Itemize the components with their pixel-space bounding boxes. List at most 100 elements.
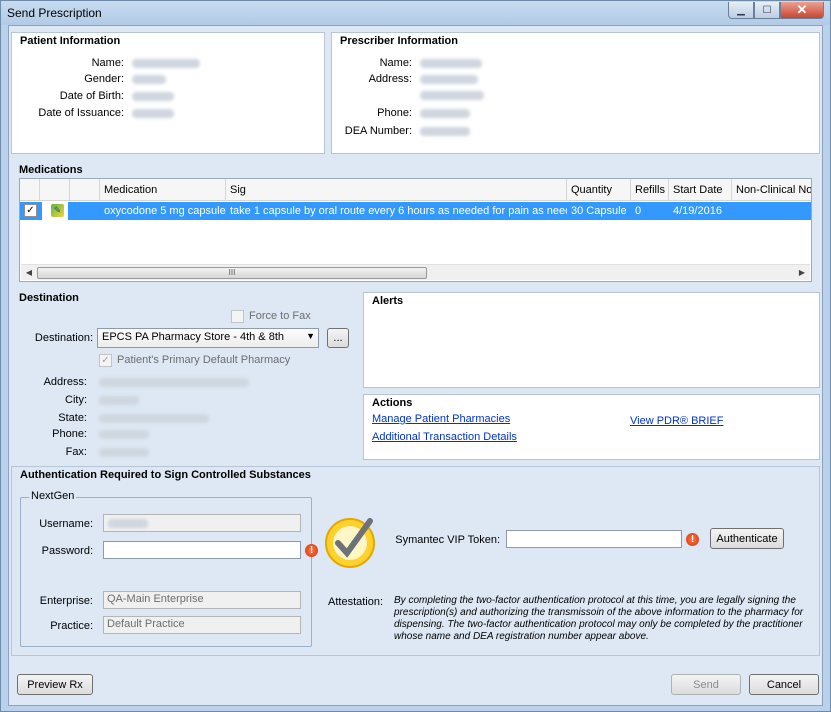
- prescriber-phone-label: Phone:: [377, 107, 412, 119]
- maximize-button[interactable]: ☐: [754, 2, 780, 19]
- cancel-button[interactable]: Cancel: [749, 674, 819, 695]
- col-blank: [70, 179, 100, 201]
- prescriber-info-title: Prescriber Information: [340, 35, 458, 47]
- attestation-text: By completing the two-factor authenticat…: [394, 595, 804, 642]
- patient-name-value: [132, 59, 200, 68]
- row-checkbox[interactable]: ✓: [24, 204, 37, 217]
- row-note: [732, 202, 811, 220]
- col-select: [20, 179, 40, 201]
- prescriber-phone-value: [420, 109, 470, 118]
- destination-value: EPCS PA Pharmacy Store - 4th & 8th: [102, 331, 284, 343]
- minimize-button[interactable]: ▁: [728, 2, 754, 19]
- prescriber-dea-label: DEA Number:: [344, 125, 412, 137]
- actions-panel: Actions Manage Patient Pharmacies Additi…: [363, 394, 820, 460]
- title-bar[interactable]: Send Prescription ▁ ☐ ✕: [1, 1, 830, 25]
- username-field[interactable]: [103, 514, 301, 532]
- close-icon: ✕: [796, 2, 808, 17]
- prescriber-address-label: Address:: [368, 73, 412, 85]
- nextgen-legend: NextGen: [29, 490, 77, 502]
- patient-issuance-value: [132, 109, 174, 118]
- patient-info-title: Patient Information: [20, 35, 121, 47]
- authentication-title: Authentication Required to Sign Controll…: [20, 469, 311, 481]
- password-error-icon: !: [305, 544, 318, 557]
- table-row[interactable]: ✓ ✎ oxycodone 5 mg capsule take 1 capsul…: [20, 202, 811, 220]
- row-medication: oxycodone 5 mg capsule: [104, 205, 226, 217]
- prescriber-address-line2: [420, 91, 484, 100]
- patient-gender-label: Gender:: [84, 73, 124, 85]
- controlled-substance-icon: ✎: [51, 204, 64, 217]
- symantec-check-icon: [325, 518, 375, 568]
- dest-phone-value: [99, 430, 149, 439]
- practice-field[interactable]: Default Practice: [103, 616, 301, 634]
- enterprise-label: Enterprise:: [39, 595, 93, 607]
- dest-phone-label: Phone:: [52, 428, 87, 440]
- dest-state-value: [99, 414, 209, 423]
- force-fax-label: Force to Fax: [249, 310, 311, 322]
- alerts-title: Alerts: [372, 295, 404, 307]
- scroll-thumb[interactable]: III: [37, 267, 427, 279]
- enterprise-field[interactable]: QA-Main Enterprise: [103, 591, 301, 609]
- pdr-brief-link[interactable]: View PDR® BRIEF: [630, 415, 723, 427]
- col-medication[interactable]: Medication: [100, 179, 226, 201]
- patient-issuance-label: Date of Issuance:: [38, 107, 124, 119]
- row-quantity: 30 Capsule: [571, 205, 627, 217]
- chevron-down-icon: ▼: [306, 331, 315, 341]
- patient-info-panel: Patient Information Name: Gender: Date o…: [11, 32, 325, 154]
- dest-address-value: [99, 378, 249, 387]
- destination-panel: Destination Force to Fax Destination: EP…: [11, 290, 356, 460]
- nextgen-group: NextGen Username: Password: ! Enterprise…: [20, 490, 318, 647]
- browse-pharmacy-button[interactable]: ...: [327, 328, 349, 348]
- minimize-icon: ▁: [737, 4, 745, 16]
- prescriber-dea-value: [420, 127, 470, 136]
- token-label: Symantec VIP Token:: [395, 534, 500, 546]
- close-button[interactable]: ✕: [780, 2, 824, 19]
- scroll-right-icon[interactable]: ▶: [794, 265, 810, 281]
- authenticate-button[interactable]: Authenticate: [710, 528, 784, 549]
- destination-title: Destination: [19, 292, 79, 304]
- col-refills[interactable]: Refills: [631, 179, 669, 201]
- row-start-date: 4/19/2016: [673, 205, 722, 217]
- col-sig[interactable]: Sig: [226, 179, 567, 201]
- transaction-details-link[interactable]: Additional Transaction Details: [372, 431, 517, 443]
- patient-dob-label: Date of Birth:: [59, 90, 124, 102]
- manage-pharmacies-link[interactable]: Manage Patient Pharmacies: [372, 413, 510, 425]
- grid-header: Medication Sig Quantity Refills Start Da…: [20, 179, 811, 201]
- prescriber-info-panel: Prescriber Information Name: Address: Ph…: [331, 32, 820, 154]
- dest-city-label: City:: [65, 394, 87, 406]
- destination-select[interactable]: EPCS PA Pharmacy Store - 4th & 8th ▼: [97, 328, 319, 348]
- maximize-icon: ☐: [762, 4, 772, 16]
- medications-title: Medications: [19, 164, 83, 176]
- send-button[interactable]: Send: [671, 674, 741, 695]
- alerts-panel: Alerts: [363, 292, 820, 388]
- token-field[interactable]: [506, 530, 682, 548]
- medications-grid: Medication Sig Quantity Refills Start Da…: [19, 178, 812, 282]
- destination-label: Destination:: [34, 332, 93, 344]
- dest-fax-value: [99, 448, 149, 457]
- force-fax-checkbox[interactable]: [231, 310, 244, 323]
- prescriber-name-value: [420, 59, 482, 68]
- prescriber-address-line1: [420, 75, 478, 84]
- password-field[interactable]: [103, 541, 301, 559]
- window-title: Send Prescription: [7, 6, 102, 20]
- horizontal-scrollbar[interactable]: ◀ III ▶: [21, 264, 810, 280]
- password-label: Password:: [41, 545, 93, 557]
- authentication-panel: Authentication Required to Sign Controll…: [11, 466, 820, 656]
- col-start-date[interactable]: Start Date: [669, 179, 732, 201]
- col-quantity[interactable]: Quantity: [567, 179, 631, 201]
- dest-state-label: State:: [58, 412, 87, 424]
- dest-fax-label: Fax:: [65, 446, 87, 458]
- col-note[interactable]: Non-Clinical Note: [732, 179, 811, 201]
- prescriber-name-label: Name:: [379, 57, 412, 69]
- scroll-left-icon[interactable]: ◀: [21, 265, 37, 281]
- dest-city-value: [99, 396, 139, 405]
- row-refills: 0: [635, 205, 642, 217]
- primary-pharmacy-checkbox[interactable]: ✓: [99, 354, 112, 367]
- token-error-icon: !: [686, 533, 699, 546]
- attestation-label: Attestation:: [328, 596, 384, 608]
- dest-address-label: Address:: [43, 376, 87, 388]
- dialog-body: Patient Information Name: Gender: Date o…: [8, 25, 823, 706]
- practice-label: Practice:: [50, 620, 93, 632]
- preview-rx-button[interactable]: Preview Rx: [17, 674, 93, 695]
- primary-pharmacy-label: Patient's Primary Default Pharmacy: [117, 354, 291, 366]
- actions-title: Actions: [372, 397, 413, 409]
